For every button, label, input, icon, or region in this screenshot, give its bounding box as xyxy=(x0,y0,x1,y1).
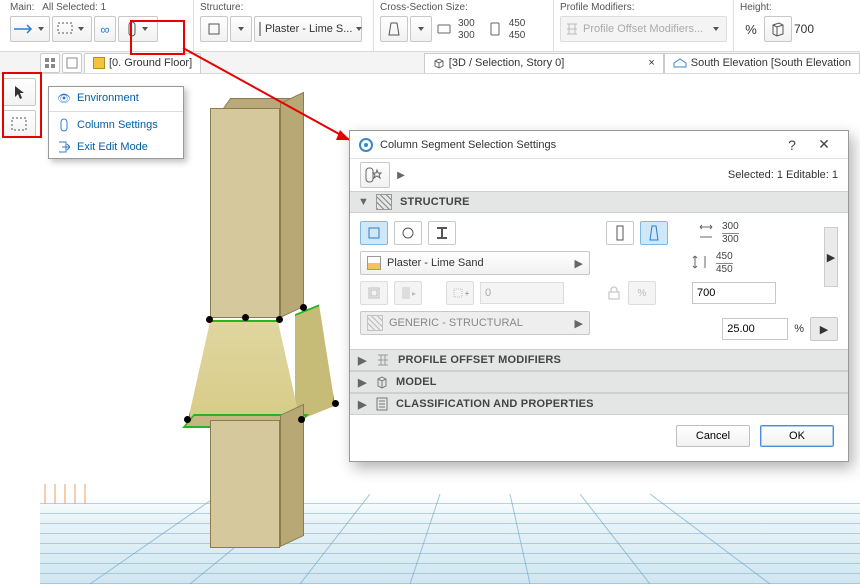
width-icon xyxy=(434,16,456,42)
column-tool[interactable] xyxy=(118,16,158,42)
left-tool-rail xyxy=(0,76,40,140)
model-panel-icon xyxy=(376,375,388,389)
top-toolbar: Main: All Selected: 1 ∞ Structure: Plast… xyxy=(0,0,860,52)
selection-arrow-tool[interactable] xyxy=(10,16,50,42)
height-lock[interactable]: % xyxy=(740,16,762,42)
cross-h1: 450 xyxy=(509,18,526,29)
angle-lock: % xyxy=(628,281,656,305)
offset-input xyxy=(480,282,564,304)
lock-icon xyxy=(606,285,622,301)
view-grid-icon[interactable] xyxy=(40,53,60,73)
panel-model-header[interactable]: ▶ MODEL xyxy=(350,371,848,393)
view-plane-icon[interactable] xyxy=(62,53,82,73)
percent-more[interactable]: ▶ xyxy=(810,317,838,341)
link-toggle[interactable]: ∞ xyxy=(94,16,116,42)
dialog-title: Column Segment Selection Settings xyxy=(380,139,556,151)
plaster-swatch-icon xyxy=(259,22,261,36)
close-tab-icon[interactable]: × xyxy=(648,57,654,69)
taper-shape[interactable] xyxy=(380,16,408,42)
tapered-button[interactable] xyxy=(640,221,668,245)
structure-shape-drop[interactable] xyxy=(230,16,252,42)
context-menu: 👁Environment Column Settings Exit Edit M… xyxy=(48,86,184,159)
structure-material-text: Plaster - Lime S... xyxy=(265,23,352,35)
offset-panel-icon xyxy=(376,353,390,367)
hatch-icon xyxy=(376,194,392,210)
percent-input[interactable] xyxy=(722,318,788,340)
height-input[interactable] xyxy=(692,282,776,304)
panel-offset-header[interactable]: ▶ PROFILE OFFSET MODIFIERS xyxy=(350,349,848,371)
profile-offset-modifiers-button: Profile Offset Modifiers... xyxy=(560,16,727,42)
hatch-icon xyxy=(367,315,383,331)
annotation-arrow xyxy=(183,48,363,148)
taper-shape-drop[interactable] xyxy=(410,16,432,42)
structure-label: Structure: xyxy=(200,2,367,13)
cube-icon xyxy=(433,57,445,69)
structure-material-combo[interactable]: Plaster - Lime S... xyxy=(254,16,362,42)
cross-h2: 450 xyxy=(509,30,526,41)
app-icon xyxy=(358,137,374,153)
marquee-tool[interactable] xyxy=(52,16,92,42)
height-label: Height: xyxy=(740,2,814,13)
structure-shape[interactable] xyxy=(200,16,228,42)
ok-button[interactable]: OK xyxy=(760,425,834,447)
shape-ibeam-button[interactable] xyxy=(428,221,456,245)
percent-label: % xyxy=(794,323,804,335)
floor-plan-icon xyxy=(93,57,105,69)
settings-dialog: Column Segment Selection Settings ? ✕ ▶ … xyxy=(349,130,849,462)
exit-icon xyxy=(57,140,71,154)
modifiers-label: Profile Modifiers: xyxy=(560,2,727,13)
column-icon xyxy=(57,118,71,132)
arrow-tool[interactable] xyxy=(2,78,36,106)
generic-structural-dropdown[interactable]: GENERIC - STRUCTURAL ▶ xyxy=(360,311,590,335)
expand-side-button[interactable]: ▶ xyxy=(824,227,838,287)
tab-3d-selection[interactable]: [3D / Selection, Story 0]× xyxy=(424,53,664,73)
marquee-rail-tool[interactable] xyxy=(2,110,36,138)
main-label: Main: xyxy=(10,2,34,13)
material-dropdown[interactable]: Plaster - Lime Sand ▶ xyxy=(360,251,590,275)
house-icon xyxy=(673,58,687,68)
shape-rect-button[interactable] xyxy=(360,221,388,245)
selected-count: Selected: 1 Editable: 1 xyxy=(728,169,838,181)
tab-south-elevation[interactable]: South Elevation [South Elevation xyxy=(664,53,860,73)
help-button[interactable]: ? xyxy=(776,133,808,157)
plaster-swatch-icon xyxy=(367,256,381,270)
height-icon xyxy=(485,16,507,42)
height-dim-icon xyxy=(692,254,710,272)
dialog-titlebar[interactable]: Column Segment Selection Settings ? ✕ xyxy=(350,131,848,159)
uniform-taper-button[interactable] xyxy=(606,221,634,245)
favorites-button[interactable] xyxy=(360,162,390,188)
panel-class-header[interactable]: ▶ CLASSIFICATION AND PROPERTIES xyxy=(350,393,848,415)
height-3d-icon[interactable] xyxy=(764,16,792,42)
height-value: 700 xyxy=(794,22,814,36)
class-panel-icon xyxy=(376,397,388,411)
offset-icon: + xyxy=(446,281,474,305)
cross-w1: 300 xyxy=(458,18,475,29)
panel-structure-header[interactable]: ▼ STRUCTURE xyxy=(350,191,848,213)
column-3d-model[interactable] xyxy=(210,98,340,548)
tab-row: [0. Ground Floor] [3D / Selection, Story… xyxy=(0,52,860,74)
veneer-toggle: ▸ xyxy=(394,281,422,305)
eye-icon: 👁 xyxy=(57,91,71,105)
cross-section-label: Cross-Section Size: xyxy=(380,2,547,13)
modifiers-icon xyxy=(565,22,579,36)
panel-structure-body: Plaster - Lime Sand ▶ ▸ + GENERIC - STRU… xyxy=(350,213,848,349)
cancel-button[interactable]: Cancel xyxy=(676,425,750,447)
ctx-column-settings[interactable]: Column Settings xyxy=(49,114,183,136)
core-toggle xyxy=(360,281,388,305)
close-button[interactable]: ✕ xyxy=(808,133,840,157)
ctx-environment[interactable]: 👁Environment xyxy=(49,87,183,109)
all-selected-label: All Selected: 1 xyxy=(42,2,106,13)
width-dim-icon xyxy=(698,224,716,242)
cross-w2: 300 xyxy=(458,30,475,41)
ctx-exit-edit[interactable]: Exit Edit Mode xyxy=(49,136,183,158)
shape-circle-button[interactable] xyxy=(394,221,422,245)
